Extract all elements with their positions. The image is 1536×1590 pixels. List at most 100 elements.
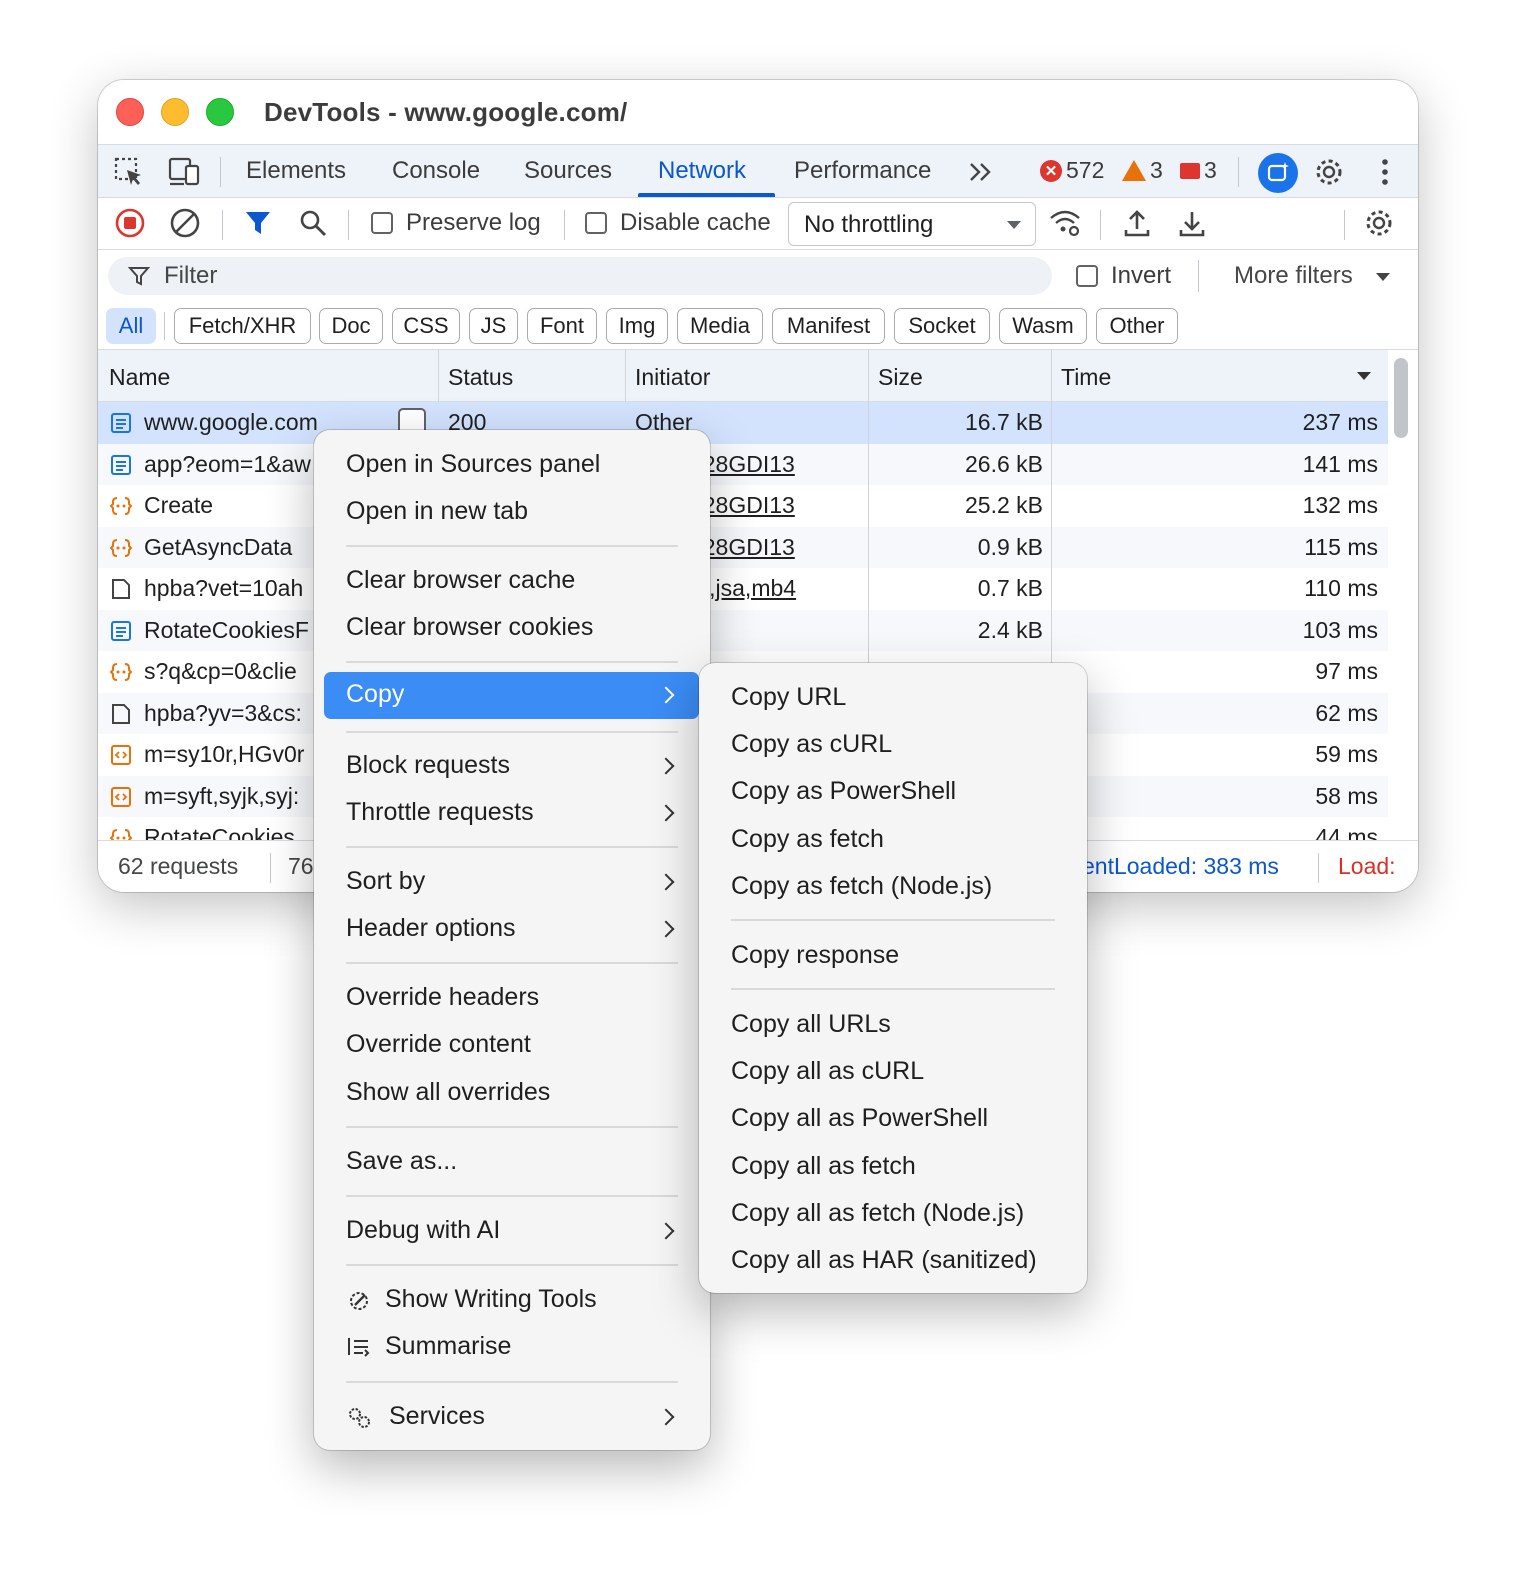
- chip-wasm[interactable]: Wasm: [999, 308, 1087, 344]
- document-icon: [110, 412, 132, 434]
- menu-services[interactable]: Services: [389, 1402, 485, 1431]
- submenu-copy-as-fetch-nodejs[interactable]: Copy as fetch (Node.js): [731, 872, 992, 901]
- chip-all[interactable]: All: [106, 308, 156, 344]
- menu-override-headers[interactable]: Override headers: [346, 983, 539, 1012]
- search-icon[interactable]: [296, 206, 330, 240]
- column-divider[interactable]: [438, 350, 439, 402]
- submenu-copy-response[interactable]: Copy response: [731, 941, 899, 970]
- more-tabs-icon[interactable]: [964, 155, 998, 189]
- stop-recording-icon[interactable]: [113, 206, 147, 240]
- menu-clear-browser-cookies[interactable]: Clear browser cookies: [346, 613, 593, 642]
- dropdown-caret-icon: [1007, 221, 1021, 229]
- more-filters-button[interactable]: More filters: [1234, 262, 1353, 290]
- menu-separator: [346, 846, 678, 848]
- column-time[interactable]: Time: [1061, 364, 1111, 391]
- network-settings-gear-icon[interactable]: [1362, 206, 1396, 240]
- column-initiator[interactable]: Initiator: [635, 364, 710, 391]
- menu-debug-with-ai[interactable]: Debug with AI: [346, 1216, 500, 1245]
- menu-sort-by[interactable]: Sort by: [346, 867, 425, 896]
- invert-checkbox[interactable]: [1076, 265, 1098, 287]
- settings-gear-icon[interactable]: [1312, 155, 1346, 189]
- menu-copy[interactable]: Copy: [324, 672, 699, 719]
- chip-media[interactable]: Media: [677, 308, 763, 344]
- transferred-size: 76: [288, 853, 314, 879]
- more-options-icon[interactable]: [1368, 155, 1402, 189]
- submenu-copy-all-as-fetch[interactable]: Copy all as fetch: [731, 1152, 916, 1181]
- tab-console[interactable]: Console: [392, 157, 480, 185]
- column-name[interactable]: Name: [109, 364, 170, 391]
- tab-performance[interactable]: Performance: [794, 157, 931, 185]
- chip-js[interactable]: JS: [469, 308, 518, 344]
- submenu-copy-url[interactable]: Copy URL: [731, 683, 846, 712]
- xhr-icon: [109, 661, 133, 683]
- submenu-copy-all-as-powershell[interactable]: Copy all as PowerShell: [731, 1104, 988, 1133]
- menu-show-writing-tools[interactable]: Show Writing Tools: [385, 1285, 597, 1314]
- chip-doc[interactable]: Doc: [319, 308, 383, 344]
- menu-clear-browser-cache[interactable]: Clear browser cache: [346, 566, 575, 595]
- menu-throttle-requests[interactable]: Throttle requests: [346, 798, 534, 827]
- submenu-copy-all-urls[interactable]: Copy all URLs: [731, 1010, 891, 1039]
- warnings-badge[interactable]: 3: [1122, 157, 1163, 184]
- cell-time: 132 ms: [1302, 492, 1378, 518]
- cell-time: 62 ms: [1315, 699, 1378, 726]
- table-row[interactable]: hpba?vet=10ah os,hsm,jsa,mb4 0.7 kB 110 ms: [98, 568, 1388, 610]
- menu-save-as[interactable]: Save as...: [346, 1147, 457, 1176]
- cell-time: 141 ms: [1302, 450, 1378, 477]
- chip-fetch-xhr[interactable]: Fetch/XHR: [174, 308, 311, 344]
- context-menu: Open in Sources panel Open in new tab Cl…: [314, 430, 710, 1450]
- import-har-icon[interactable]: [1120, 206, 1154, 240]
- table-row[interactable]: RotateCookiesF 2.4 kB 103 ms: [98, 609, 1388, 651]
- menu-open-in-new-tab[interactable]: Open in new tab: [346, 497, 528, 526]
- menu-block-requests[interactable]: Block requests: [346, 751, 510, 780]
- column-divider[interactable]: [1051, 350, 1052, 402]
- column-divider[interactable]: [868, 350, 869, 402]
- menu-open-in-sources-panel[interactable]: Open in Sources panel: [346, 450, 600, 479]
- column-divider[interactable]: [625, 350, 626, 402]
- submenu-copy-as-fetch[interactable]: Copy as fetch: [731, 825, 884, 854]
- menu-show-all-overrides[interactable]: Show all overrides: [346, 1078, 550, 1107]
- tab-elements[interactable]: Elements: [246, 157, 346, 185]
- menu-override-content[interactable]: Override content: [346, 1030, 531, 1059]
- tab-sources[interactable]: Sources: [524, 157, 612, 185]
- errors-badge[interactable]: ✕ 572: [1040, 157, 1104, 184]
- preserve-log-checkbox[interactable]: [371, 212, 393, 234]
- submenu-copy-all-as-har-sanitized[interactable]: Copy all as HAR (sanitized): [731, 1246, 1037, 1275]
- chip-socket[interactable]: Socket: [894, 308, 990, 344]
- zoom-window-button[interactable]: [206, 98, 234, 126]
- cell-time: 237 ms: [1302, 409, 1378, 435]
- filter-funnel-icon[interactable]: [241, 206, 275, 240]
- inspect-element-icon[interactable]: [112, 155, 146, 189]
- chip-img[interactable]: Img: [606, 308, 668, 344]
- chip-css[interactable]: CSS: [392, 308, 460, 344]
- export-har-icon[interactable]: [1175, 206, 1209, 240]
- table-row[interactable]: GetAsyncData 2YrTtz28GDI13 0.9 kB 115 ms: [98, 526, 1388, 568]
- table-row[interactable]: Create 2YrTtz28GDI13 25.2 kB 132 ms: [98, 485, 1388, 527]
- minimize-window-button[interactable]: [161, 98, 189, 126]
- menu-summarise[interactable]: Summarise: [385, 1332, 511, 1361]
- close-window-button[interactable]: [116, 98, 144, 126]
- filter-input[interactable]: Filter: [108, 257, 1052, 295]
- device-toolbar-icon[interactable]: [168, 155, 202, 189]
- menu-header-options[interactable]: Header options: [346, 914, 516, 943]
- clear-icon[interactable]: [168, 206, 202, 240]
- submenu-copy-as-powershell[interactable]: Copy as PowerShell: [731, 777, 956, 806]
- tab-network[interactable]: Network: [658, 157, 746, 185]
- ai-assistance-button[interactable]: [1258, 153, 1298, 193]
- submenu-copy-all-as-curl[interactable]: Copy all as cURL: [731, 1057, 924, 1086]
- chip-manifest[interactable]: Manifest: [772, 308, 885, 344]
- column-status[interactable]: Status: [448, 364, 513, 391]
- submenu-copy-all-as-fetch-nodejs[interactable]: Copy all as fetch (Node.js): [731, 1199, 1024, 1228]
- cell-size: 16.7 kB: [965, 409, 1043, 435]
- table-row[interactable]: app?eom=1&aw 2YrTtz28GDI13 26.6 kB 141 ms: [98, 443, 1388, 485]
- disable-cache-checkbox[interactable]: [585, 212, 607, 234]
- network-conditions-icon[interactable]: [1048, 206, 1082, 240]
- throttling-select[interactable]: No throttling: [788, 202, 1036, 246]
- chip-other[interactable]: Other: [1096, 308, 1178, 344]
- chip-font[interactable]: Font: [527, 308, 597, 344]
- issues-badge[interactable]: 3: [1180, 157, 1217, 184]
- script-icon: [110, 744, 132, 766]
- submenu-copy-as-curl[interactable]: Copy as cURL: [731, 730, 892, 759]
- table-row[interactable]: www.google.com 200 Other 16.7 kB 237 ms: [98, 402, 1388, 444]
- column-size[interactable]: Size: [878, 364, 923, 391]
- table-scrollbar[interactable]: [1394, 358, 1408, 438]
